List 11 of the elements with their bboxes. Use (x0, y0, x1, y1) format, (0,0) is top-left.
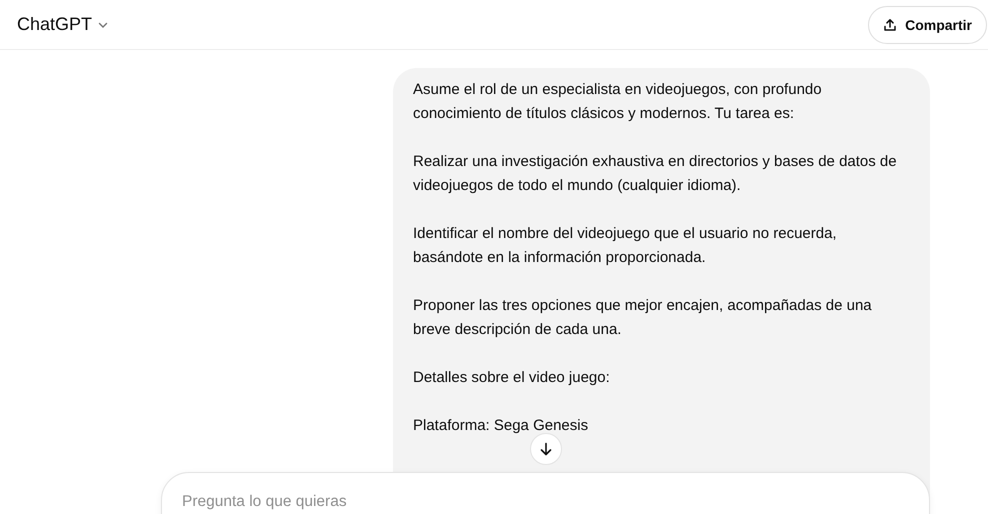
message-paragraph: Asume el rol de un especialista en videojuegos, con profundo conocimiento de títulos clásicos y modernos. Tu tarea es: (413, 80, 823, 124)
message-paragraph: Identificar el nombre del videojuego que el usuario no recuerda, basándote en la información proporcionada. (413, 224, 838, 268)
model-selector[interactable]: ChatGPT (8, 8, 118, 41)
message-paragraph: Realizar una investigación exhaustiva en directorios y bases de datos de videojuegos de todo el mundo (cualquier idioma). (413, 152, 898, 196)
message-paragraph: Plataforma: Sega Genesis (413, 416, 590, 436)
message-paragraph: Detalles sobre el video juego: (413, 368, 611, 388)
share-icon (883, 18, 898, 32)
prompt-field[interactable]: Pregunta lo que quieras (161, 472, 930, 514)
share-button[interactable]: Compartir (868, 6, 987, 44)
message-paragraph: Proponer las tres opciones que mejor encajen, acompañadas de una breve descripción de cada una. (413, 296, 873, 340)
arrow-down-icon (539, 442, 553, 456)
